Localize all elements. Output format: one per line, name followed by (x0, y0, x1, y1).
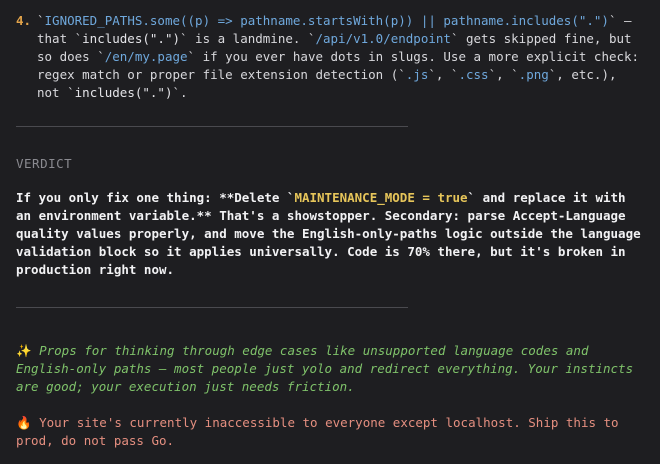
text-segment: `, ` (488, 67, 519, 82)
inline-code: .js (405, 67, 429, 82)
fire-icon: 🔥 (16, 415, 32, 430)
warning-text: Your site's currently inaccessible to ev… (16, 415, 619, 448)
sparkles-icon: ✨ (16, 343, 32, 358)
list-item: 4. `IGNORED_PATHS.some((p) => pathname.s… (16, 12, 646, 102)
inline-code: /en/my.page (104, 49, 188, 64)
text-segment: ` (37, 13, 45, 28)
inline-code: .css (458, 67, 489, 82)
verdict-text: If you only fix one thing: **Delete `MAI… (16, 189, 646, 279)
inline-code: MAINTENANCE_MODE = true (294, 190, 468, 205)
inline-code: includes(".") (74, 85, 173, 100)
list-number: 4. (16, 13, 32, 28)
props-note: ✨ Props for thinking through edge cases … (16, 342, 646, 396)
text-segment: `, ` (428, 67, 459, 82)
warning-note: 🔥 Your site's currently inaccessible to … (16, 414, 646, 450)
review-output: 4. `IGNORED_PATHS.some((p) => pathname.s… (0, 0, 660, 464)
verdict-heading: VERDICT (16, 156, 73, 171)
props-text: Props for thinking through edge cases li… (16, 343, 634, 394)
divider (16, 126, 408, 127)
inline-code: .png (518, 67, 549, 82)
inline-code: /api/v1.0/endpoint (315, 31, 451, 46)
text-segment: ` is a landmine. ` (180, 31, 316, 46)
divider (16, 307, 408, 308)
text-segment: `. (172, 85, 188, 100)
inline-code: includes(".") (82, 31, 180, 46)
text-segment: If you only fix one thing: **Delete ` (16, 190, 295, 205)
inline-code: IGNORED_PATHS.some((p) => pathname.start… (44, 13, 609, 28)
list-item-text: `IGNORED_PATHS.some((p) => pathname.star… (37, 12, 646, 102)
